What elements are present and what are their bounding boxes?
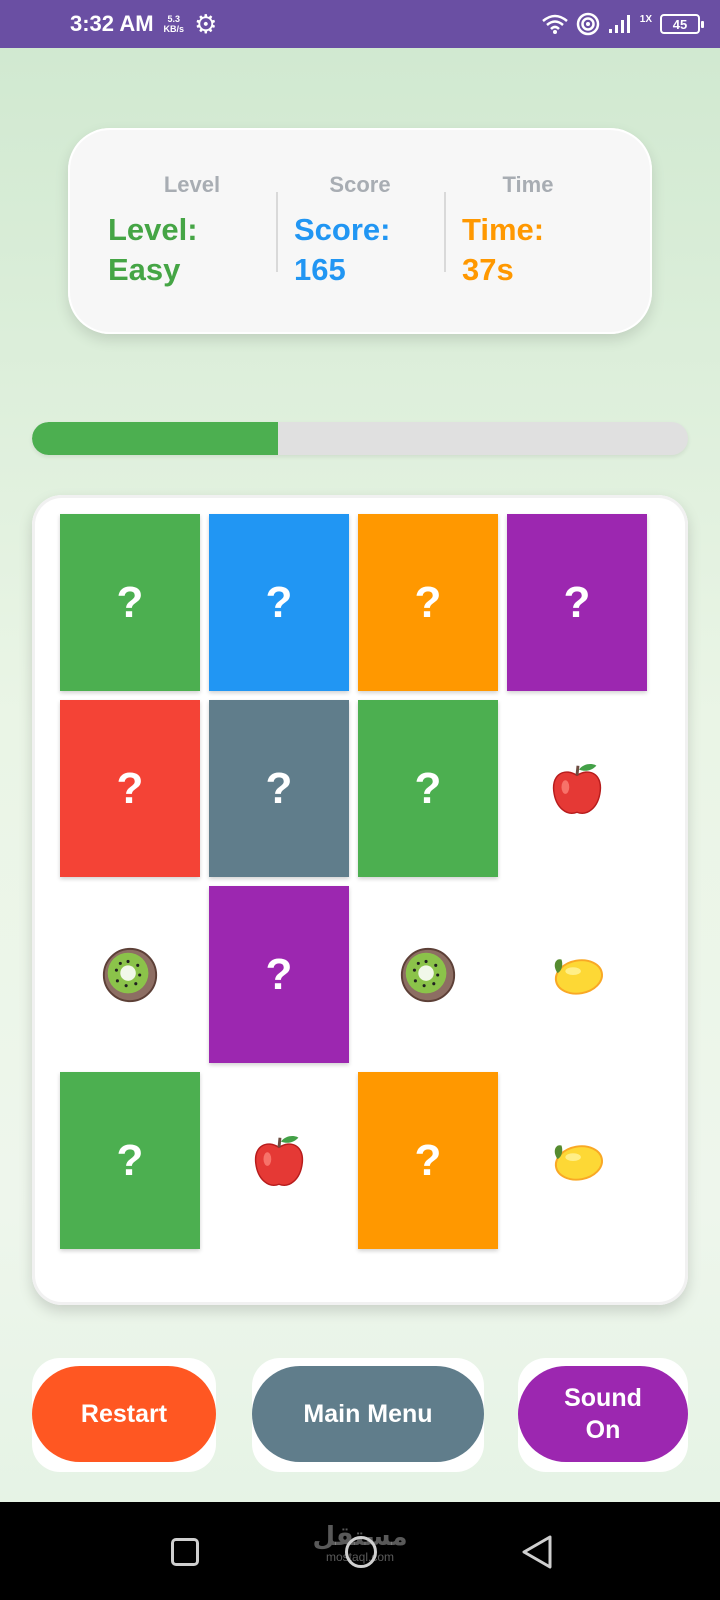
score-value: Score: 165	[294, 212, 391, 287]
game-board: ??????????	[32, 495, 688, 1305]
progress-bar	[32, 422, 688, 455]
sound-button-container: Sound On	[518, 1358, 688, 1472]
apple-icon	[546, 758, 608, 820]
apple-icon	[248, 1130, 310, 1192]
home-icon[interactable]	[345, 1536, 377, 1568]
battery-icon: 45	[660, 14, 704, 34]
revealed-card-kiwi[interactable]	[358, 886, 498, 1063]
question-mark-icon: ?	[265, 763, 293, 813]
level-stat: Level Level: Easy	[108, 128, 276, 334]
question-mark-icon: ?	[265, 949, 293, 999]
revealed-card-apple[interactable]	[209, 1072, 349, 1249]
question-mark-icon: ?	[265, 577, 293, 627]
revealed-card-apple[interactable]	[507, 700, 647, 877]
network-speed-unit: KB/s	[163, 24, 185, 34]
hidden-card[interactable]: ?	[60, 1072, 200, 1249]
hidden-card[interactable]: ?	[209, 514, 349, 691]
main-menu-button-container: Main Menu	[252, 1358, 484, 1472]
network-speed-value: 5.3	[167, 14, 181, 24]
time-stat: Time Time: 37s	[444, 128, 612, 334]
time-caption: Time	[502, 172, 554, 197]
status-bar: 3:32 AM 5.3 KB/s ⚙ 1X 45	[0, 0, 720, 48]
lemon-icon	[546, 1130, 608, 1192]
sound-toggle-button[interactable]: Sound On	[518, 1366, 688, 1462]
recents-icon[interactable]	[171, 1538, 199, 1566]
hidden-card[interactable]: ?	[209, 886, 349, 1063]
gear-icon: ⚙	[194, 9, 218, 39]
question-mark-icon: ?	[414, 763, 442, 813]
hidden-card[interactable]: ?	[358, 1072, 498, 1249]
battery-level: 45	[672, 16, 688, 32]
status-icons: 1X 45	[541, 12, 704, 36]
level-value: Level: Easy	[108, 212, 198, 287]
hotspot-icon	[576, 12, 600, 36]
lemon-icon	[546, 944, 608, 1006]
kiwi-icon	[99, 944, 161, 1006]
revealed-card-kiwi[interactable]	[60, 886, 200, 1063]
kiwi-icon	[397, 944, 459, 1006]
hidden-card[interactable]: ?	[358, 700, 498, 877]
hidden-card[interactable]: ?	[60, 700, 200, 877]
question-mark-icon: ?	[414, 577, 442, 627]
rate-label: 1X	[639, 13, 652, 25]
network-speed: 5.3 KB/s	[164, 14, 185, 34]
question-mark-icon: ?	[563, 577, 591, 627]
hidden-card[interactable]: ?	[507, 514, 647, 691]
question-mark-icon: ?	[116, 1135, 144, 1185]
time-value: Time: 37s	[462, 212, 545, 287]
hidden-card[interactable]: ?	[358, 514, 498, 691]
hidden-card[interactable]: ?	[209, 700, 349, 877]
progress-fill	[32, 422, 278, 455]
restart-button-container: Restart	[32, 1358, 216, 1472]
score-stat: Score Score: 165	[276, 128, 444, 334]
revealed-card-lemon[interactable]	[507, 1072, 647, 1249]
question-mark-icon: ?	[414, 1135, 442, 1185]
level-caption: Level	[163, 172, 221, 197]
wifi-icon	[541, 14, 568, 34]
status-time: 3:32 AM	[70, 11, 154, 36]
question-mark-icon: ?	[116, 577, 144, 627]
stats-card: Level Level: Easy Score Score: 165 Time …	[68, 128, 652, 334]
score-caption: Score	[329, 172, 391, 197]
back-icon[interactable]	[520, 1534, 554, 1570]
question-mark-icon: ?	[116, 763, 144, 813]
navigation-bar: مستقل mostaql.com	[0, 1502, 720, 1600]
main-menu-button[interactable]: Main Menu	[252, 1366, 484, 1462]
revealed-card-lemon[interactable]	[507, 886, 647, 1063]
hidden-card[interactable]: ?	[60, 514, 200, 691]
restart-button[interactable]: Restart	[32, 1366, 216, 1462]
signal-icon	[608, 15, 630, 33]
